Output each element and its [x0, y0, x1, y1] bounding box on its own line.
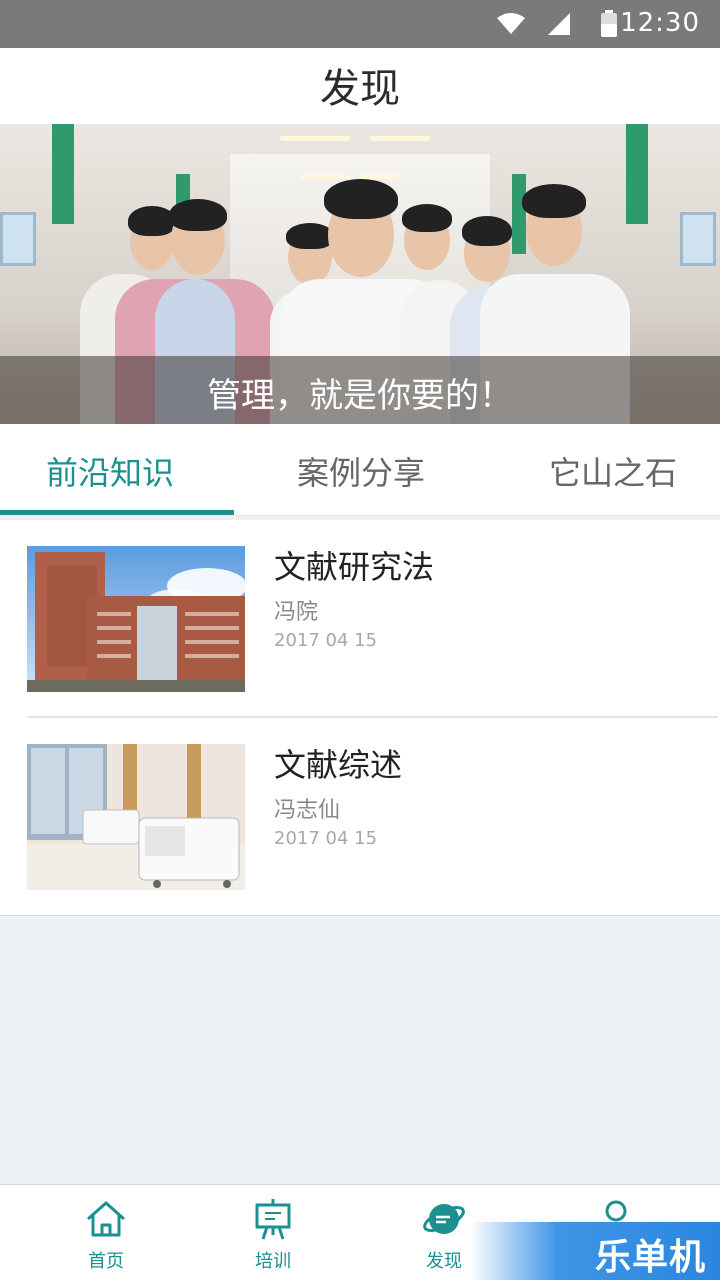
category-tabs: 前沿知识 案例分享 它山之石: [0, 424, 720, 516]
active-tab-indicator: [0, 510, 234, 515]
discover-planet-icon: [423, 1204, 465, 1234]
article-date: 2017 04 15: [274, 828, 378, 849]
article-title: 文献综述: [274, 746, 403, 784]
wall-panel: [0, 212, 36, 266]
article-author: 冯志仙: [274, 798, 341, 823]
article-author: 冯院: [274, 600, 319, 625]
hospital-building-image: [27, 546, 245, 692]
list-item[interactable]: 文献综述 冯志仙 2017 04 15: [0, 718, 720, 914]
status-bar: 12:30: [0, 0, 720, 48]
page-title: 发现: [320, 66, 400, 112]
title-bar: 发现: [0, 48, 720, 124]
training-board-icon: [255, 1199, 291, 1240]
article-title: 文献研究法: [274, 548, 435, 586]
signal-icon: [548, 13, 570, 35]
tab-other-mountains-stone[interactable]: 它山之石: [549, 448, 677, 494]
clock: 12:30: [620, 8, 700, 38]
nav-training[interactable]: 培训: [213, 1185, 333, 1280]
watermark-text: 乐单机: [594, 1237, 706, 1278]
list-item[interactable]: 文献研究法 冯院 2017 04 15: [0, 520, 720, 718]
hospital-ward-image: [27, 744, 245, 890]
nav-home-label: 首页: [88, 1251, 124, 1272]
wall-sign: [52, 124, 74, 224]
ceiling-light: [370, 136, 430, 141]
banner-caption: 管理，就是你要的！: [207, 376, 513, 416]
article-list: 文献研究法 冯院 2017 04 15 文献综述 冯志仙 2017 04 15: [0, 520, 720, 916]
article-date: 2017 04 15: [274, 630, 378, 651]
wall-sign: [626, 124, 648, 224]
tab-frontier-knowledge[interactable]: 前沿知识: [46, 448, 174, 494]
home-icon: [87, 1201, 125, 1237]
wifi-icon: [497, 13, 525, 34]
ceiling-light: [300, 174, 350, 179]
nav-home[interactable]: 首页: [46, 1185, 166, 1280]
ceiling-light: [280, 136, 350, 141]
banner-carousel[interactable]: 管理，就是你要的！: [0, 124, 720, 424]
battery-icon: [601, 10, 617, 37]
watermark-logo: 乐单机: [470, 1222, 720, 1280]
nav-training-label: 培训: [255, 1251, 291, 1272]
tab-case-sharing[interactable]: 案例分享: [297, 448, 425, 494]
wall-sign: [512, 174, 526, 254]
wall-panel: [680, 212, 716, 266]
